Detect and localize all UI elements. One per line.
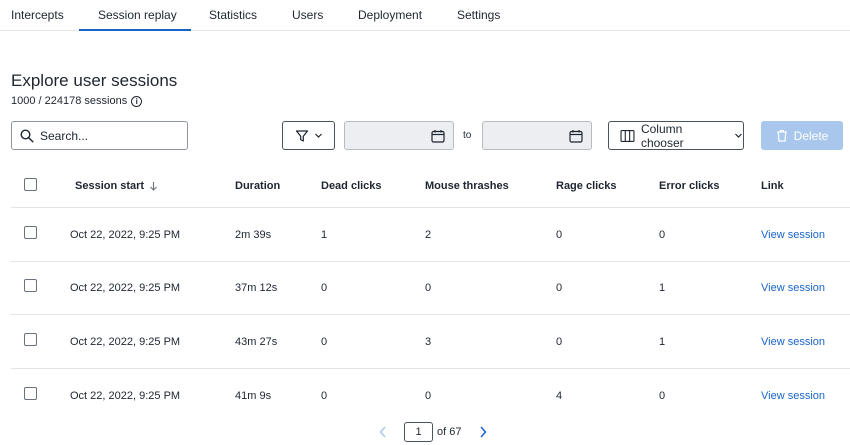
error-clicks-cell: 1 bbox=[659, 336, 666, 348]
page-number-input[interactable] bbox=[404, 422, 433, 442]
row-checkbox[interactable] bbox=[24, 226, 37, 239]
mouse-thrashes-cell: 2 bbox=[425, 229, 432, 241]
chevron-right-icon[interactable] bbox=[478, 425, 488, 439]
rage-clicks-cell: 4 bbox=[556, 390, 563, 402]
mouse-thrashes-cell: 3 bbox=[425, 336, 432, 348]
column-header-error-clicks: Error clicks bbox=[659, 180, 720, 192]
dead-clicks-cell: 1 bbox=[321, 229, 328, 241]
row-checkbox[interactable] bbox=[24, 387, 37, 400]
view-session-link[interactable]: View session bbox=[761, 336, 825, 348]
search-input[interactable] bbox=[40, 128, 180, 143]
pagination: of 67 bbox=[0, 422, 850, 444]
tab-session-replay[interactable]: Session replay bbox=[98, 8, 177, 22]
date-from-field[interactable] bbox=[344, 121, 454, 150]
tab-intercepts[interactable]: Intercepts bbox=[11, 8, 64, 22]
date-range-to-label: to bbox=[463, 130, 472, 141]
dead-clicks-cell: 0 bbox=[321, 390, 328, 402]
sort-desc-icon[interactable] bbox=[149, 181, 158, 191]
column-header-mouse-thrashes: Mouse thrashes bbox=[425, 180, 509, 192]
filter-button[interactable] bbox=[282, 121, 335, 150]
table-row: Oct 22, 2022, 9:25 PM 37m 12s 0 0 0 1 Vi… bbox=[11, 262, 850, 315]
column-header-session-start[interactable]: Session start bbox=[75, 180, 158, 192]
dead-clicks-cell: 0 bbox=[321, 282, 328, 294]
duration-cell: 2m 39s bbox=[235, 229, 272, 241]
column-chooser-label: Column chooser bbox=[640, 121, 684, 150]
table-row: Oct 22, 2022, 9:25 PM 43m 27s 0 3 0 1 Vi… bbox=[11, 316, 850, 369]
search-box[interactable] bbox=[11, 121, 188, 150]
row-checkbox[interactable] bbox=[24, 333, 37, 346]
view-session-link[interactable]: View session bbox=[761, 390, 825, 402]
calendar-icon[interactable] bbox=[569, 129, 583, 143]
column-header-duration: Duration bbox=[235, 180, 281, 192]
table-row: Oct 22, 2022, 9:25 PM 2m 39s 1 2 0 0 Vie… bbox=[11, 209, 850, 262]
page-total: of 67 bbox=[437, 426, 462, 438]
select-all-checkbox[interactable] bbox=[24, 178, 37, 191]
chevron-down-icon bbox=[314, 133, 322, 138]
session-start-cell: Oct 22, 2022, 9:25 PM bbox=[70, 282, 181, 294]
rage-clicks-cell: 0 bbox=[556, 282, 563, 294]
view-session-link[interactable]: View session bbox=[761, 229, 825, 241]
dead-clicks-cell: 0 bbox=[321, 336, 328, 348]
chevron-down-icon bbox=[735, 133, 742, 138]
tab-deployment[interactable]: Deployment bbox=[358, 8, 422, 22]
tab-statistics[interactable]: Statistics bbox=[209, 8, 257, 22]
active-tab-indicator bbox=[79, 29, 191, 31]
error-clicks-cell: 0 bbox=[659, 390, 666, 402]
chevron-left-icon[interactable] bbox=[378, 425, 388, 439]
trash-icon bbox=[776, 129, 787, 142]
column-header-rage-clicks: Rage clicks bbox=[556, 180, 617, 192]
session-start-cell: Oct 22, 2022, 9:25 PM bbox=[70, 336, 181, 348]
session-count: 1000 / 224178 sessions i bbox=[11, 95, 143, 107]
error-clicks-cell: 1 bbox=[659, 282, 666, 294]
error-clicks-cell: 0 bbox=[659, 229, 666, 241]
session-start-cell: Oct 22, 2022, 9:25 PM bbox=[70, 229, 181, 241]
tab-bar: Intercepts Session replay Statistics Use… bbox=[0, 0, 850, 31]
rage-clicks-cell: 0 bbox=[556, 336, 563, 348]
session-count-text: 1000 / 224178 sessions bbox=[11, 95, 128, 107]
duration-cell: 37m 12s bbox=[235, 282, 278, 294]
duration-cell: 43m 27s bbox=[235, 336, 278, 348]
mouse-thrashes-cell: 0 bbox=[425, 282, 432, 294]
column-header-link: Link bbox=[761, 180, 784, 192]
page-title: Explore user sessions bbox=[11, 71, 178, 90]
table-header: Session start Duration Dead clicks Mouse… bbox=[11, 170, 850, 208]
view-session-link[interactable]: View session bbox=[761, 282, 825, 294]
search-icon bbox=[20, 128, 34, 143]
table-row: Oct 22, 2022, 9:25 PM 41m 9s 0 0 4 0 Vie… bbox=[11, 370, 850, 423]
date-to-field[interactable] bbox=[482, 121, 592, 150]
mouse-thrashes-cell: 0 bbox=[425, 390, 432, 402]
row-checkbox[interactable] bbox=[24, 279, 37, 292]
tab-users[interactable]: Users bbox=[292, 8, 323, 22]
session-start-cell: Oct 22, 2022, 9:25 PM bbox=[70, 390, 181, 402]
column-chooser-button[interactable]: Column chooser bbox=[608, 121, 744, 150]
columns-icon bbox=[620, 129, 635, 142]
column-header-session-start-label: Session start bbox=[75, 180, 145, 192]
calendar-icon[interactable] bbox=[431, 129, 445, 143]
delete-button[interactable]: Delete bbox=[761, 121, 843, 150]
rage-clicks-cell: 0 bbox=[556, 229, 563, 241]
filter-icon bbox=[295, 129, 308, 142]
tab-settings[interactable]: Settings bbox=[457, 8, 500, 22]
duration-cell: 41m 9s bbox=[235, 390, 272, 402]
info-icon[interactable]: i bbox=[131, 95, 143, 107]
delete-label: Delete bbox=[793, 128, 829, 143]
column-header-dead-clicks: Dead clicks bbox=[321, 180, 382, 192]
